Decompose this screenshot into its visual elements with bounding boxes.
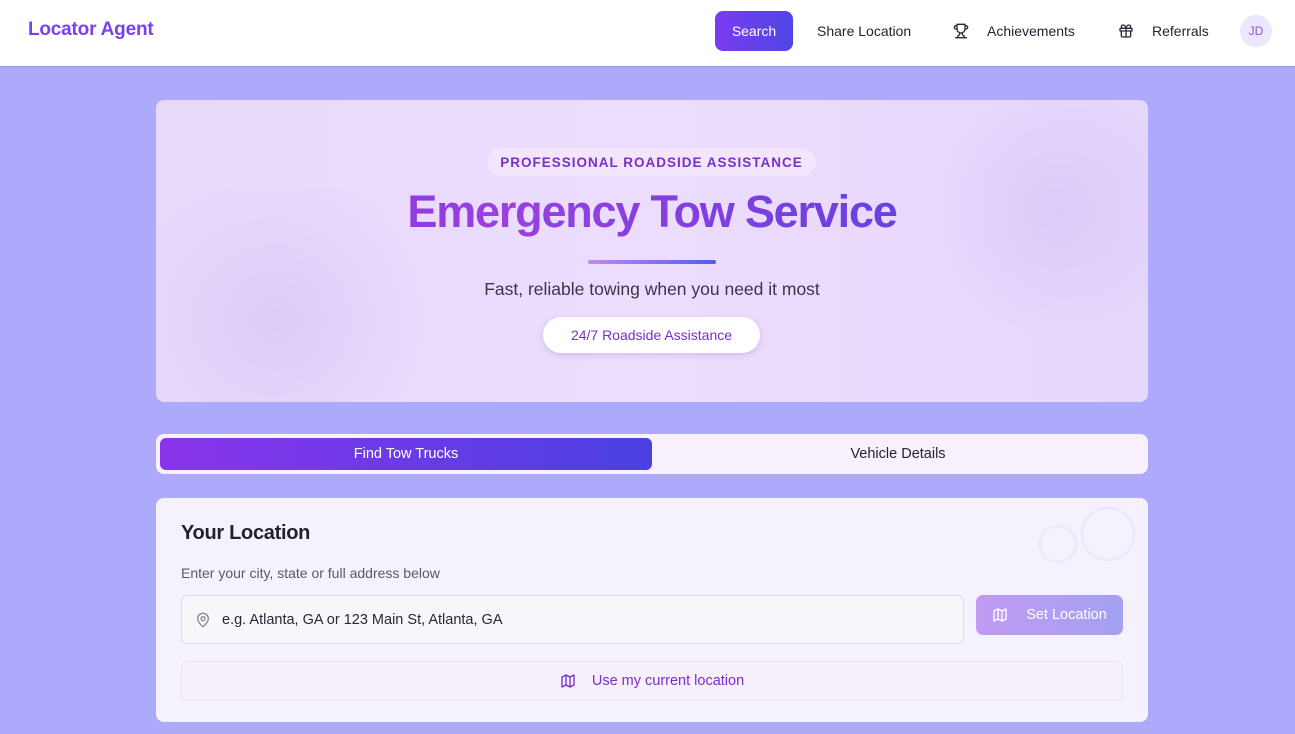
hero-divider [588,260,716,264]
hero-subtitle: Fast, reliable towing when you need it m… [484,279,820,299]
hero-eyebrow-badge: PROFESSIONAL ROADSIDE ASSISTANCE [487,148,816,176]
roadside-assistance-badge: 24/7 Roadside Assistance [543,317,760,353]
nav-referrals-link[interactable]: Referrals [1118,11,1209,51]
nav-achievements-link[interactable]: Achievements [953,11,1075,51]
nav-search-label: Search [731,23,777,39]
location-card: Your Location Enter your city, state or … [156,498,1148,722]
nav-search-button[interactable]: Search [715,11,793,51]
use-current-location-button[interactable]: Use my current location [181,661,1123,701]
nav-share-location-label: Share Location [817,23,912,39]
tab-vehicle-details[interactable]: Vehicle Details [652,438,1144,470]
nav-achievements-label: Achievements [987,23,1075,39]
nav-referrals-label: Referrals [1152,23,1209,39]
hero-title: Emergency Tow Service [156,186,1148,238]
decorative-circles [1038,506,1136,564]
location-input[interactable] [222,596,952,643]
location-help-text: Enter your city, state or full address b… [181,565,440,581]
user-avatar[interactable]: JD [1240,15,1272,47]
map-icon [560,673,576,689]
gift-icon [1118,23,1134,39]
hero-banner: PROFESSIONAL ROADSIDE ASSISTANCE Emergen… [156,100,1148,402]
top-navigation-bar: Locator Agent Search Share Location Achi… [0,0,1295,67]
location-card-title: Your Location [181,522,311,544]
set-location-label: Set Location [1026,607,1107,623]
location-input-wrapper [181,595,964,644]
tab-find-tow-trucks[interactable]: Find Tow Trucks [160,438,652,470]
nav-share-location-link[interactable]: Share Location [817,11,911,51]
map-pin-icon [197,612,209,628]
trophy-icon [953,23,969,39]
mode-tabs: Find Tow Trucks Vehicle Details [156,434,1148,474]
map-icon [992,607,1008,623]
brand-logo[interactable]: Locator Agent [28,19,154,41]
use-current-location-label: Use my current location [591,673,745,689]
set-location-button[interactable]: Set Location [976,595,1123,635]
